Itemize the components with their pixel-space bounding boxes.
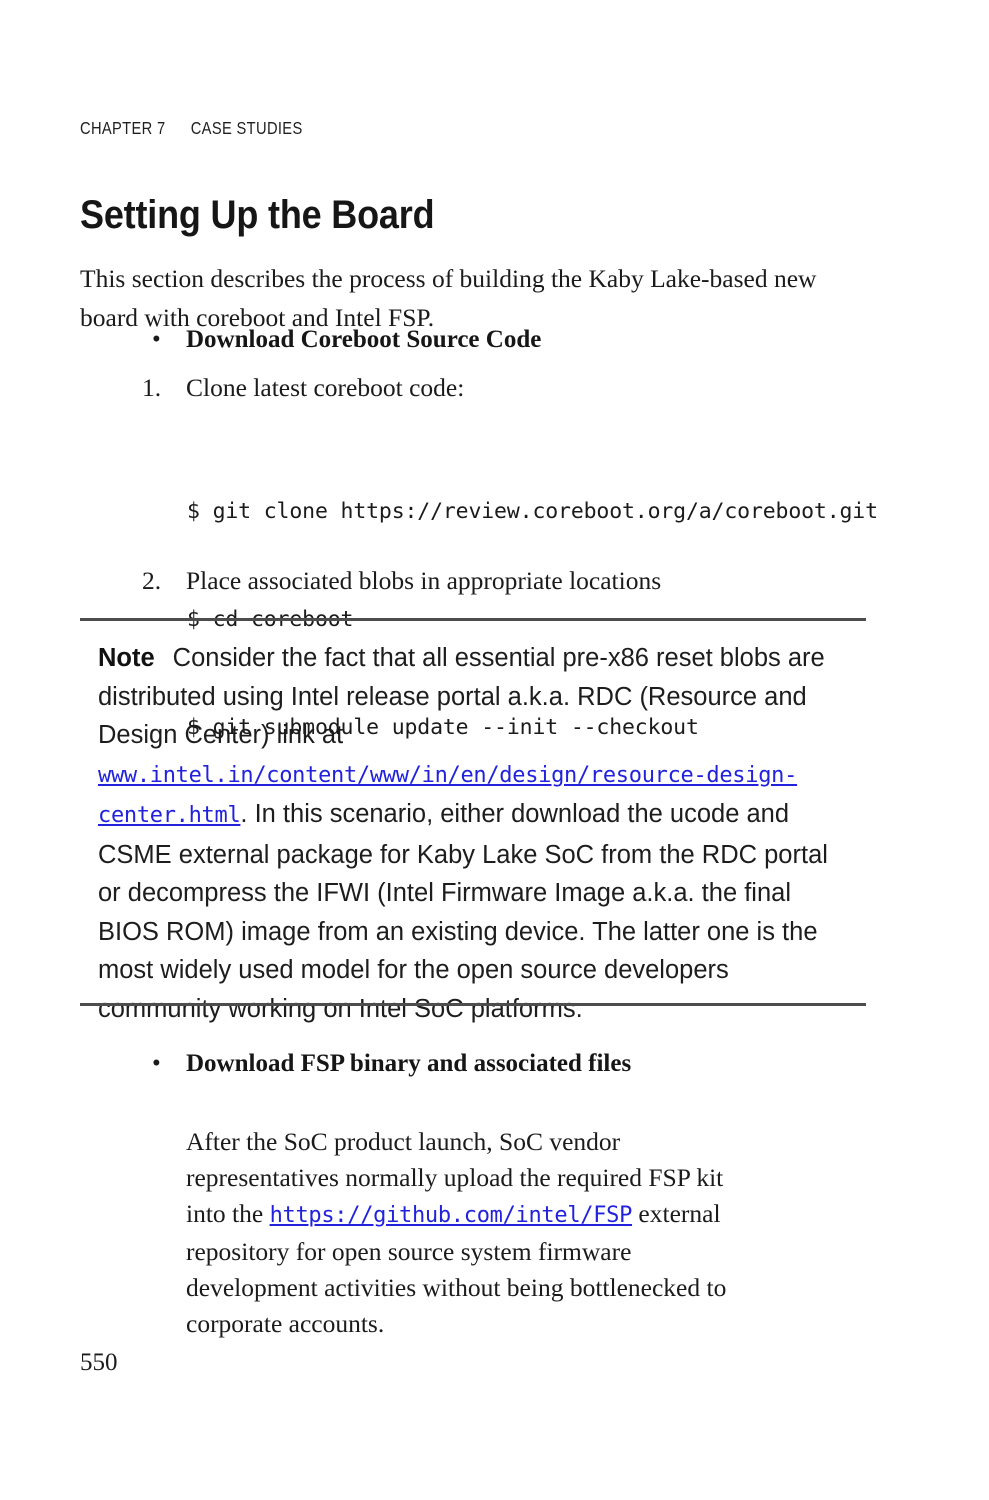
running-head-section: CASE STUDIES (190, 118, 303, 138)
note-label: Note (98, 644, 155, 672)
note-bottom-rule (80, 1003, 866, 1006)
numbered-item-marker: 2. (142, 566, 162, 595)
document-page: CHAPTER 7 CASE STUDIES Setting Up the Boa… (0, 0, 989, 1500)
bullet-item-label: Download Coreboot Source Code (186, 326, 542, 353)
fsp-link-github[interactable]: https://github.com/intel/FSP (270, 1203, 633, 1228)
page-number: 550 (80, 1349, 118, 1376)
note-text-after-link: . In this scenario, either download the … (98, 800, 828, 1023)
note-callout: Note Consider the fact that all essential… (80, 618, 866, 1044)
note-text-before-link: Consider the fact that all essential pre… (98, 644, 825, 749)
running-head-chapter: CHAPTER 7 (80, 118, 166, 138)
page-title: Setting Up the Board (80, 192, 435, 237)
bullet-item-label: Download FSP binary and associated files (186, 1050, 632, 1077)
fsp-paragraph: After the SoC product launch, SoC vendor… (186, 1124, 746, 1342)
code-line: $ git clone https://review.coreboot.org/… (187, 499, 878, 524)
numbered-item-text: Clone latest coreboot code: (186, 373, 465, 402)
numbered-item-marker: 1. (142, 373, 162, 402)
numbered-item-text: Place associated blobs in appropriate lo… (186, 566, 662, 595)
note-body: Note Consider the fact that all essential… (80, 621, 840, 1044)
running-head: CHAPTER 7 CASE STUDIES (80, 118, 303, 139)
bullet-dot-icon: • (152, 326, 161, 353)
bullet-dot-icon: • (152, 1050, 161, 1077)
